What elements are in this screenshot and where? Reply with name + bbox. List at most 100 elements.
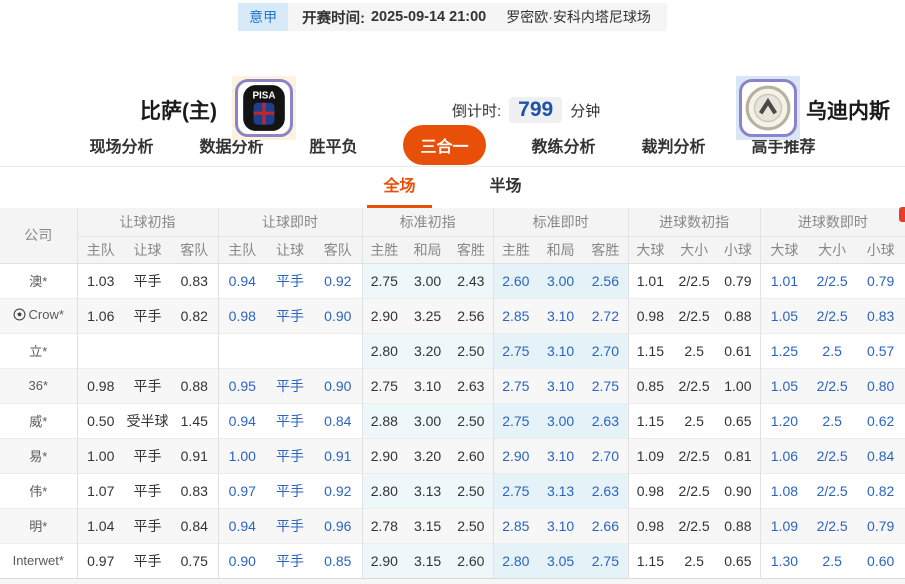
company-cell[interactable]: 36* [0,368,77,403]
odds-cell: 0.82 [856,473,905,508]
header-row-cols: 主队让球客队主队让球客队主胜和局客胜主胜和局客胜大球大小小球大球大小小球 [0,236,905,263]
column-header: 客胜 [449,236,493,263]
odds-cell: 1.09 [760,508,808,543]
odds-cell: 1.09 [628,438,672,473]
odds-cell: 0.98 [628,473,672,508]
odds-cell: 平手 [124,473,171,508]
partial-cell [0,578,905,584]
odds-cell: 2.75 [362,263,406,298]
odds-cell: 2.5 [808,403,856,438]
company-cell[interactable]: Crow* [0,298,77,333]
odds-cell: 2.72 [583,298,628,333]
sub-tab-bar: 全场 半场 [0,167,905,208]
kickoff-label: 开赛时间: [302,7,365,28]
odds-cell: 1.06 [760,438,808,473]
svg-text:PISA: PISA [252,91,275,102]
home-team-logo: PISA [232,76,296,140]
table-row: 伟*1.07平手0.830.97平手0.922.803.132.502.753.… [0,473,905,508]
group-header-2: 让球即时 [218,208,362,236]
match-info-strip: 意甲 开赛时间: 2025-09-14 21:00 罗密欧·安科内塔尼球场 [238,3,667,31]
odds-cell: 平手 [266,543,314,578]
odds-cell: 2.50 [449,473,493,508]
odds-cell: 3.13 [406,473,449,508]
odds-cell: 2.90 [362,543,406,578]
odds-cell: 平手 [266,368,314,403]
odds-cell: 2/2.5 [672,368,716,403]
company-cell[interactable]: 立* [0,333,77,368]
nav-tab-3[interactable]: 胜平负 [309,133,357,157]
odds-cell: 受半球 [124,403,171,438]
odds-cell: 0.79 [856,263,905,298]
odds-cell: 3.25 [406,298,449,333]
column-header: 让球 [124,236,171,263]
odds-cell: 2.80 [493,543,538,578]
odds-cell: 平手 [266,263,314,298]
table-row: 立*2.803.202.502.753.102.701.152.50.611.2… [0,333,905,368]
away-team-name: 乌迪内斯 [806,95,890,125]
odds-cell: 0.90 [218,543,266,578]
odds-cell: 2/2.5 [672,438,716,473]
odds-cell: 0.97 [77,543,124,578]
nav-tab-4[interactable]: 三合一 [403,125,485,165]
column-header: 小球 [716,236,760,263]
odds-cell: 2.50 [449,333,493,368]
odds-table: 公司让球初指让球即时标准初指标准即时进球数初指进球数即时主队让球客队主队让球客队… [0,208,905,584]
column-header: 主队 [218,236,266,263]
sub-tab-2[interactable]: 半场 [484,172,528,208]
odds-cell: 0.98 [628,298,672,333]
sub-tab-1[interactable]: 全场 [377,172,421,208]
table-row: 明*1.04平手0.840.94平手0.962.783.152.502.853.… [0,508,905,543]
company-cell[interactable]: 明* [0,508,77,543]
odds-cell: 0.88 [716,508,760,543]
odds-cell: 0.83 [856,298,905,333]
odds-cell: 3.15 [406,508,449,543]
odds-table-head: 公司让球初指让球即时标准初指标准即时进球数初指进球数即时主队让球客队主队让球客队… [0,208,905,263]
odds-cell: 0.84 [171,508,218,543]
odds-cell: 2.63 [449,368,493,403]
league-badge[interactable]: 意甲 [238,3,288,31]
odds-cell: 2.75 [583,543,628,578]
odds-cell: 3.13 [538,473,583,508]
odds-cell: 0.65 [716,403,760,438]
odds-cell: 2.75 [362,368,406,403]
odds-cell: 2.56 [449,298,493,333]
pisa-crest-icon: PISA [235,79,293,137]
floating-edge-widget[interactable] [899,207,905,222]
company-cell[interactable]: 威* [0,403,77,438]
odds-cell: 1.07 [77,473,124,508]
company-cell[interactable]: 伟* [0,473,77,508]
odds-cell: 1.03 [77,263,124,298]
odds-cell: 0.79 [856,508,905,543]
odds-cell: 1.00 [716,368,760,403]
nav-tab-1[interactable]: 现场分析 [89,133,153,157]
odds-cell: 0.62 [856,403,905,438]
odds-cell [314,333,362,368]
away-team-logo [736,76,800,140]
odds-cell: 1.25 [760,333,808,368]
column-header: 和局 [538,236,583,263]
odds-cell [77,333,124,368]
odds-cell: 3.10 [538,438,583,473]
odds-cell: 1.04 [77,508,124,543]
column-header: 让球 [266,236,314,263]
company-cell[interactable]: 澳* [0,263,77,298]
odds-cell: 0.83 [171,263,218,298]
odds-cell: 2/2.5 [808,473,856,508]
nav-tab-6[interactable]: 裁判分析 [642,133,706,157]
odds-cell: 1.15 [628,543,672,578]
company-cell[interactable]: Interwet* [0,543,77,578]
odds-cell: 平手 [266,438,314,473]
odds-cell: 0.83 [171,473,218,508]
company-cell[interactable]: 易* [0,438,77,473]
odds-cell: 1.30 [760,543,808,578]
odds-cell: 2.5 [672,403,716,438]
odds-cell: 0.90 [314,368,362,403]
odds-cell: 3.10 [538,368,583,403]
group-header-3: 标准初指 [362,208,493,236]
odds-cell: 2.50 [449,508,493,543]
odds-cell: 0.96 [314,508,362,543]
odds-cell: 平手 [266,473,314,508]
odds-cell: 3.10 [538,298,583,333]
nav-tab-5[interactable]: 教练分析 [532,133,596,157]
odds-cell: 平手 [266,403,314,438]
